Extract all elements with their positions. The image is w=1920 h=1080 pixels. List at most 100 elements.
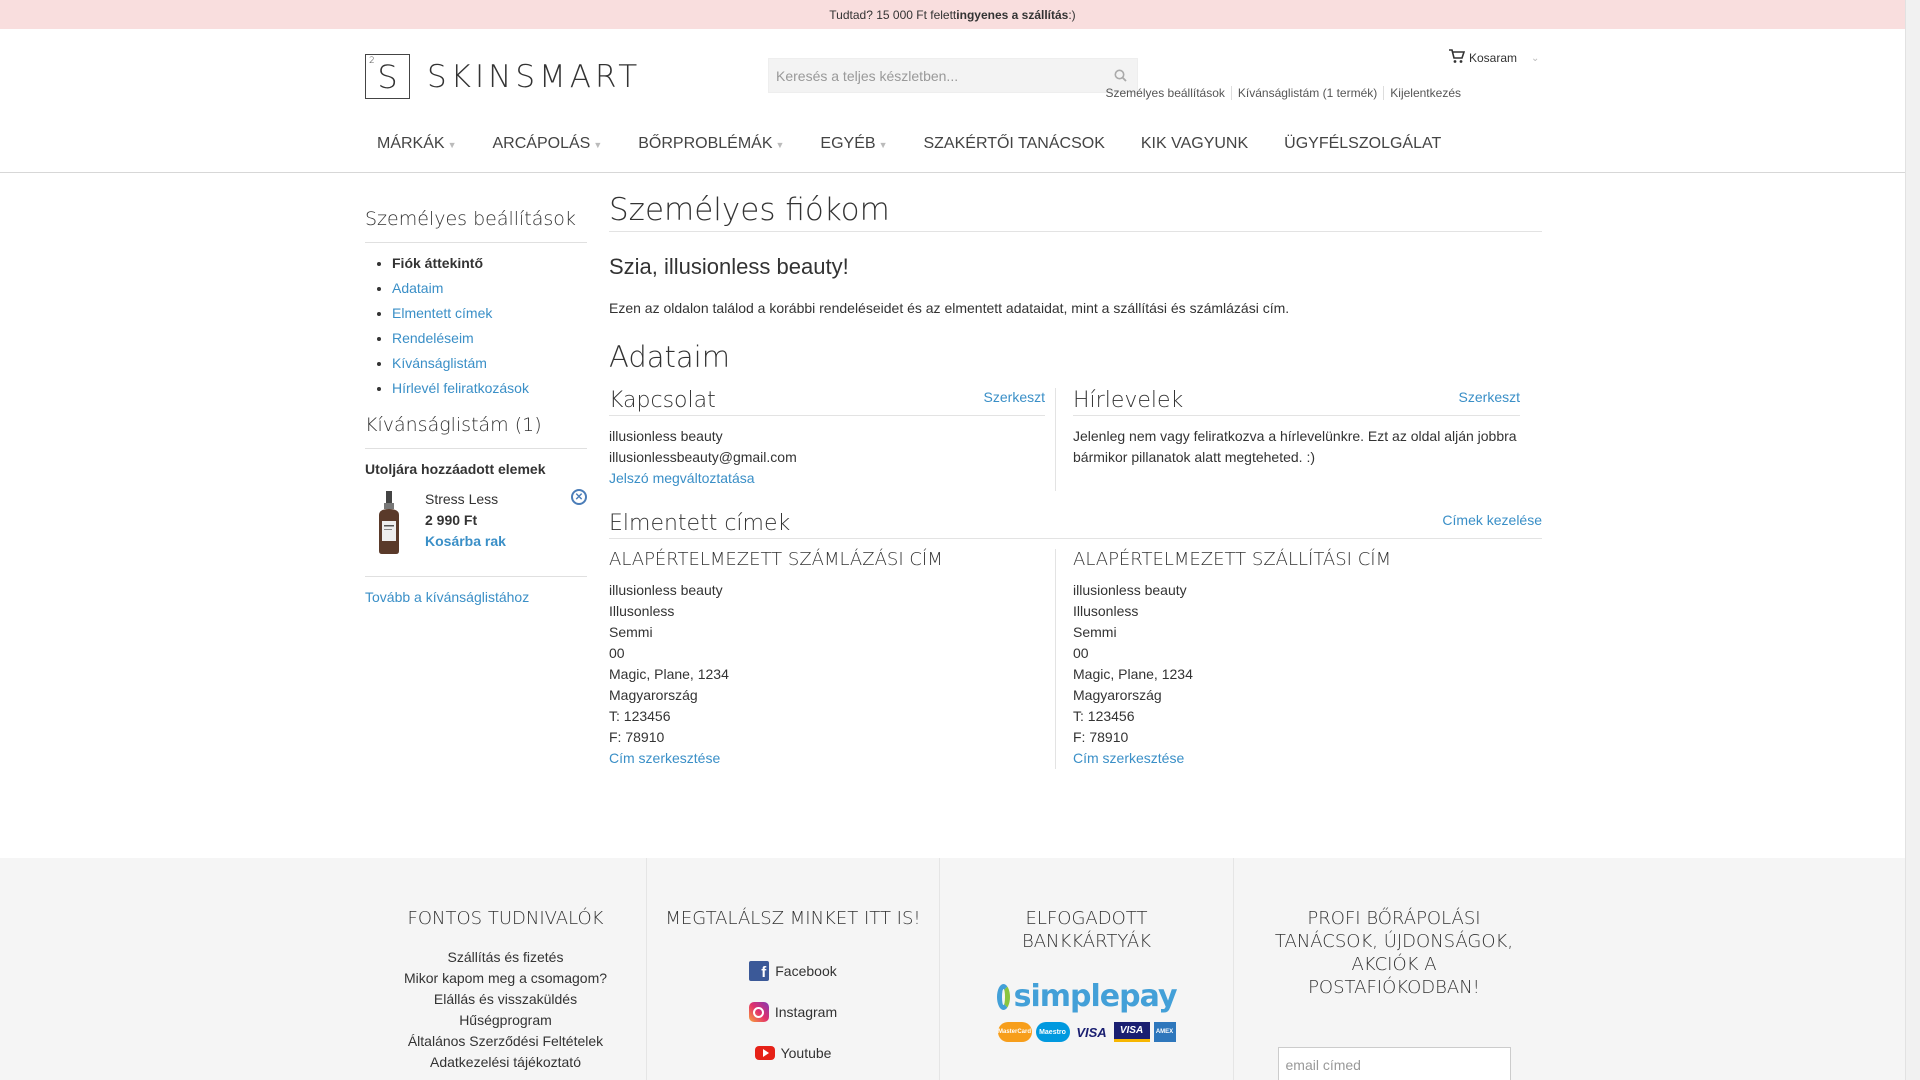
footer-link-privacy[interactable]: Adatkezelési tájékoztató xyxy=(365,1052,646,1073)
search-input[interactable] xyxy=(769,59,1103,92)
footer-info-links: Szállítás és fizetés Mikor kapom meg a c… xyxy=(365,947,646,1073)
main-nav: MÁRKÁK ▼ ARCÁPOLÁS ▼ BŐRPROBLÉMÁK ▼ EGYÉB ▼ … xyxy=(365,135,1465,153)
address-line: illusionless beauty xyxy=(1073,582,1187,598)
nav-item-about-us[interactable]: KIK VAGYUNK xyxy=(1129,135,1248,153)
nav-label: SZAKÉRTŐI TANÁCSOK xyxy=(923,135,1105,152)
address-line: F: 78910 xyxy=(609,729,665,745)
sidebar-title: Személyes beállítások xyxy=(365,208,587,243)
product-name[interactable]: Stress Less xyxy=(425,489,506,510)
footer-newsletter-col: PROFI BŐRÁPOLÁSI TANÁCSOK, ÚJDONSÁGOK, A… xyxy=(1234,858,1554,1080)
nav-label: KIK VAGYUNK xyxy=(1140,135,1249,152)
edit-shipping-address-link[interactable]: Cím szerkesztése xyxy=(1073,750,1184,766)
simplepay-wordmark: simplepay xyxy=(1013,979,1178,1014)
contact-box-header: Kapcsolat Szerkeszt xyxy=(609,388,1045,416)
nav-item-brands[interactable]: MÁRKÁK ▼ xyxy=(365,135,457,153)
remove-icon[interactable]: ✕ xyxy=(571,489,587,505)
footer-link-shipping[interactable]: Szállítás és fizetés xyxy=(365,947,646,968)
address-line: T: 123456 xyxy=(1073,708,1135,724)
nav-item-customer-service[interactable]: ÜGYFÉLSZOLGÁLAT xyxy=(1272,135,1441,153)
nav-label: ÜGYFÉLSZOLGÁLAT xyxy=(1284,135,1442,152)
account-settings-link[interactable]: Személyes beállítások xyxy=(1100,86,1231,100)
edit-billing-address-link[interactable]: Cím szerkesztése xyxy=(609,750,720,766)
address-line: Magyarország xyxy=(1073,687,1162,703)
page-scrollbar[interactable] xyxy=(1905,0,1920,1080)
sidebar-link-addresses[interactable]: Elmentett címek xyxy=(392,305,492,321)
sidebar-item-orders: Rendeléseim xyxy=(392,326,587,351)
simplepay-logo: simplepay MasterCard Maestro VISA VISA A… xyxy=(996,979,1178,1042)
details-section-title: Adataim xyxy=(609,340,730,374)
more-wishlist-link[interactable]: Tovább a kívánságlistához xyxy=(365,589,587,605)
shipping-address-title: ALAPÉRTELMEZETT SZÁLLÍTÁSI CÍM xyxy=(1073,549,1392,570)
facebook-icon: f xyxy=(749,961,770,981)
promo-text-bold: ingyenes a szállítás xyxy=(956,7,1069,22)
nav-label: MÁRKÁK xyxy=(377,135,445,152)
address-line: illusionless beauty xyxy=(609,582,723,598)
youtube-link[interactable]: Youtube xyxy=(647,1042,939,1064)
nav-item-skin-problems[interactable]: BŐRPROBLÉMÁK ▼ xyxy=(626,135,784,153)
address-line: T: 123456 xyxy=(609,708,671,724)
cart-label: Kosaram xyxy=(1469,51,1518,65)
greeting: Szia, illusionless beauty! xyxy=(609,254,849,279)
address-line: Magic, Plane, 1234 xyxy=(609,666,729,682)
intro-text: Ezen az oldalon találod a korábbi rendel… xyxy=(609,300,1290,316)
address-line: Magic, Plane, 1234 xyxy=(1073,666,1193,682)
facebook-link[interactable]: f Facebook xyxy=(647,960,939,982)
sidebar-link-wishlist[interactable]: Kívánságlistám xyxy=(392,355,487,371)
logout-link[interactable]: Kijelentkezés xyxy=(1383,86,1467,100)
chevron-down-icon: ▼ xyxy=(447,140,457,150)
wishlist-link[interactable]: Kívánságlistám (1 termék) xyxy=(1230,86,1383,100)
newsletter-title-line: PROFI BŐRÁPOLÁSI xyxy=(1307,908,1481,929)
sidebar-link-orders[interactable]: Rendeléseim xyxy=(392,330,474,346)
manage-addresses-link[interactable]: Címek kezelése xyxy=(1442,512,1542,528)
details-columns: Kapcsolat Szerkeszt illusionless beauty … xyxy=(609,388,1542,491)
footer-link-delivery-time[interactable]: Mikor kapom meg a csomagom? xyxy=(365,968,646,989)
instagram-link[interactable]: Instagram xyxy=(647,1001,939,1023)
shipping-address-body: illusionless beauty Illusonless Semmi 00… xyxy=(1073,580,1520,769)
cart-icon xyxy=(1448,49,1466,67)
site-footer: FONTOS TUDNIVALÓK Szállítás és fizetés M… xyxy=(0,858,1905,1080)
address-line: Semmi xyxy=(1073,624,1117,640)
product-price: 2 990 Ft xyxy=(425,512,478,528)
site-logo[interactable]: 2 S SKINSMART xyxy=(365,54,641,99)
youtube-icon xyxy=(754,1046,775,1060)
address-line: Illusonless xyxy=(1073,603,1139,619)
footer-link-terms[interactable]: Általános Szerződési Feltételek xyxy=(365,1031,646,1052)
nav-item-other[interactable]: EGYÉB ▼ xyxy=(808,135,887,153)
promo-text-post: :) xyxy=(1068,7,1076,22)
facebook-label: Facebook xyxy=(775,963,837,979)
footer-info-title: FONTOS TUDNIVALÓK xyxy=(407,908,604,929)
edit-contact-link[interactable]: Szerkeszt xyxy=(984,389,1045,405)
billing-address-body: illusionless beauty Illusonless Semmi 00… xyxy=(609,580,1055,769)
footer-newsletter-title: PROFI BŐRÁPOLÁSI TANÁCSOK, ÚJDONSÁGOK, A… xyxy=(1234,907,1554,999)
social-links: f Facebook Instagram Youtube xyxy=(647,960,939,1064)
newsletter-email-input[interactable] xyxy=(1277,1047,1511,1080)
nav-item-skincare[interactable]: ARCÁPOLÁS ▼ xyxy=(481,135,603,153)
wishlist-item-info: Stress Less 2 990 Ft Kosárba rak xyxy=(425,489,506,552)
nav-label: EGYÉB xyxy=(820,135,876,152)
chevron-down-icon: ▼ xyxy=(593,140,603,150)
sidebar-menu: Fiók áttekintő Adataim Elmentett címek R… xyxy=(365,251,587,401)
footer-link-loyalty[interactable]: Hűségprogram xyxy=(365,1010,646,1031)
chevron-down-icon: ⌄ xyxy=(1531,52,1540,64)
page-title: Személyes fiókom xyxy=(609,192,1542,232)
footer-cards-title-line: ELFOGADOTT xyxy=(1025,908,1148,929)
change-password-link[interactable]: Jelszó megváltoztatása xyxy=(609,470,755,486)
cart-link[interactable]: Kosaram ⌄ xyxy=(1448,49,1539,67)
instagram-label: Instagram xyxy=(774,1004,838,1020)
edit-newsletter-link[interactable]: Szerkeszt xyxy=(1459,389,1520,405)
sidebar-link-details[interactable]: Adataim xyxy=(392,280,443,296)
wishlist-item: Stress Less 2 990 Ft Kosárba rak ✕ xyxy=(365,487,587,577)
nav-item-expert-advice[interactable]: SZAKÉRTŐI TANÁCSOK xyxy=(911,135,1104,153)
add-to-cart-link[interactable]: Kosárba rak xyxy=(425,533,506,549)
product-image[interactable] xyxy=(373,491,405,555)
sidebar-item-wishlist: Kívánságlistám xyxy=(392,351,587,376)
sidebar-link-newsletter[interactable]: Hírlevél feliratkozások xyxy=(392,380,529,396)
chevron-down-icon: ▼ xyxy=(775,140,785,150)
contact-email: illusionlessbeauty@gmail.com xyxy=(609,449,797,465)
footer-link-returns[interactable]: Elállás és visszaküldés xyxy=(365,989,646,1010)
simplepay-icon xyxy=(996,983,1010,1010)
card-logos: MasterCard Maestro VISA VISA AMEX xyxy=(997,1022,1177,1042)
amex-icon: AMEX xyxy=(1153,1022,1176,1042)
footer-info-col: FONTOS TUDNIVALÓK Szállítás és fizetés M… xyxy=(365,858,647,1080)
address-line: Semmi xyxy=(609,624,653,640)
